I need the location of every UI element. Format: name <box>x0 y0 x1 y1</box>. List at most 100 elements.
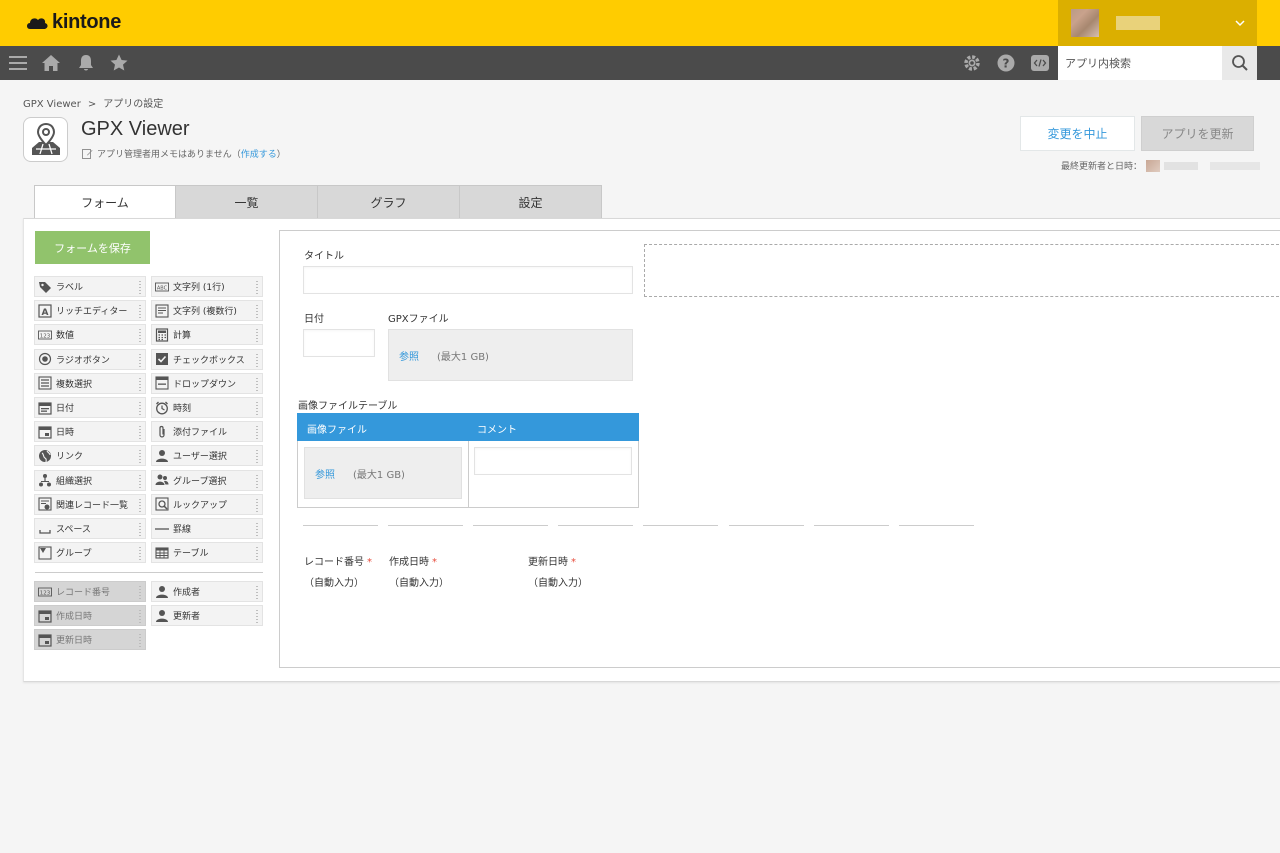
search-input[interactable] <box>1058 46 1222 80</box>
tag-icon <box>38 280 52 294</box>
table-comment-input[interactable] <box>474 447 632 475</box>
drag-handle-icon <box>255 401 259 415</box>
palette-item[interactable]: ラベル <box>34 276 146 297</box>
palette-item[interactable]: ユーザー選択 <box>151 445 263 467</box>
palette-item[interactable]: A リッチエディター <box>34 300 146 322</box>
palette-item[interactable]: ラジオボタン <box>34 348 146 370</box>
palette-divider <box>35 572 263 573</box>
cancel-changes-button[interactable]: 変更を中止 <box>1020 116 1135 151</box>
palette-item[interactable]: 関連レコード一覧 <box>34 493 146 515</box>
palette-item[interactable]: ドロップダウン <box>151 372 263 394</box>
drag-handle-icon <box>138 280 142 294</box>
created-datetime-value: （自動入力） <box>389 578 449 589</box>
number-icon: 123 <box>38 328 52 342</box>
blank-spacer-line <box>899 525 974 526</box>
star-icon[interactable] <box>109 53 129 73</box>
record-number-label: レコード番号 * <box>304 557 372 568</box>
search-button[interactable] <box>1222 46 1257 80</box>
drag-handle-icon <box>138 522 142 536</box>
help-icon[interactable]: ? <box>996 53 1016 73</box>
memo-create-link[interactable]: 作成する <box>241 150 277 160</box>
drag-handle-icon <box>138 352 142 367</box>
gpx-browse-link[interactable]: 参照 <box>399 348 419 363</box>
palette-item[interactable]: 罫線 <box>151 518 263 539</box>
tab-settings[interactable]: 設定 <box>460 185 602 219</box>
palette-item-label: ラジオボタン <box>56 355 110 366</box>
palette-item[interactable]: 作成者 <box>151 581 263 602</box>
date-field-input[interactable] <box>303 329 375 357</box>
save-form-button[interactable]: フォームを保存 <box>35 231 150 264</box>
palette-item-label: 更新日時 <box>56 636 93 646</box>
user-icon <box>155 449 169 463</box>
palette-item[interactable]: ルックアップ <box>151 493 263 515</box>
kintone-logo[interactable]: kintone <box>26 11 121 34</box>
palette-item[interactable]: 計算 <box>151 324 263 346</box>
checkbox-icon <box>155 352 169 366</box>
palette-item[interactable]: グループ <box>34 542 146 564</box>
palette-item[interactable]: 複数選択 <box>34 372 146 394</box>
gear-icon[interactable] <box>962 53 982 73</box>
datetime-icon <box>38 633 52 647</box>
palette-item-label: 更新者 <box>173 612 201 622</box>
breadcrumb-app[interactable]: GPX Viewer <box>23 99 81 110</box>
updated-datetime-label: 更新日時 * <box>528 557 576 568</box>
palette-item[interactable]: チェックボックス <box>151 348 263 370</box>
clock-icon <box>155 401 169 415</box>
gpx-file-upload: 参照 (最大1 GB) <box>388 329 633 381</box>
hamburger-menu-icon[interactable] <box>8 53 28 73</box>
title-field-input[interactable] <box>303 266 633 294</box>
palette-item-label: グループ選択 <box>173 476 227 487</box>
palette-item[interactable]: ABC 文字列 (1行) <box>151 276 263 297</box>
required-mark: * <box>571 557 576 568</box>
blank-spacer-line <box>643 525 718 526</box>
drag-handle-icon <box>255 546 259 561</box>
palette-item-label: テーブル <box>173 549 209 560</box>
palette-item-label: 関連レコード一覧 <box>56 500 129 511</box>
drag-handle-icon <box>255 352 259 367</box>
map-pin-icon <box>31 122 60 155</box>
palette-item[interactable]: 更新者 <box>151 605 263 626</box>
blank-space-field[interactable] <box>644 244 1280 297</box>
palette-item[interactable]: スペース <box>34 518 146 539</box>
palette-item[interactable]: 時刻 <box>151 397 263 418</box>
palette-item-label: リンク <box>56 452 84 463</box>
palette-item[interactable]: グループ選択 <box>151 469 263 491</box>
palette-item[interactable]: 日付 <box>34 397 146 418</box>
palette-item-label: 文字列 (複数行) <box>173 307 237 318</box>
palette-item[interactable]: 日時 <box>34 421 146 443</box>
drag-handle-icon <box>255 376 259 391</box>
palette-item[interactable]: リンク <box>34 445 146 467</box>
palette-item[interactable]: 組織選択 <box>34 469 146 491</box>
palette-item[interactable]: 123 数値 <box>34 324 146 346</box>
multi-select-icon <box>38 376 52 390</box>
tab-graph[interactable]: グラフ <box>318 185 460 219</box>
drag-handle-icon <box>255 304 259 319</box>
app-search <box>1058 46 1257 80</box>
palette-item[interactable]: 文字列 (複数行) <box>151 300 263 322</box>
palette-item[interactable]: 添付ファイル <box>151 421 263 443</box>
tab-list[interactable]: 一覧 <box>176 185 318 219</box>
cloud-logo-icon <box>27 17 48 29</box>
palette-item-label: 作成日時 <box>56 612 93 622</box>
drag-handle-icon <box>255 449 259 464</box>
rich-editor-icon: A <box>38 304 52 318</box>
gpx-size-limit: (最大1 GB) <box>437 351 489 363</box>
user-menu[interactable] <box>1058 0 1257 46</box>
table-browse-link[interactable]: 参照 <box>315 466 335 481</box>
home-icon[interactable] <box>41 53 61 73</box>
drag-handle-icon <box>138 609 142 623</box>
code-icon[interactable] <box>1030 53 1050 73</box>
palette-item[interactable]: テーブル <box>151 542 263 564</box>
palette-item-label: ルックアップ <box>173 500 228 511</box>
palette-item-label: 計算 <box>173 331 192 342</box>
tab-form[interactable]: フォーム <box>34 185 176 220</box>
space-icon <box>38 522 52 536</box>
palette-item-label: 日時 <box>56 428 75 439</box>
bell-icon[interactable] <box>76 53 96 73</box>
palette-item-label: リッチエディター <box>56 307 128 318</box>
breadcrumb: GPX Viewer > アプリの設定 <box>23 95 163 110</box>
update-app-button[interactable]: アプリを更新 <box>1141 116 1254 151</box>
search-icon <box>1231 55 1248 71</box>
user-icon <box>155 585 169 599</box>
user-name-blurred <box>1116 16 1160 30</box>
